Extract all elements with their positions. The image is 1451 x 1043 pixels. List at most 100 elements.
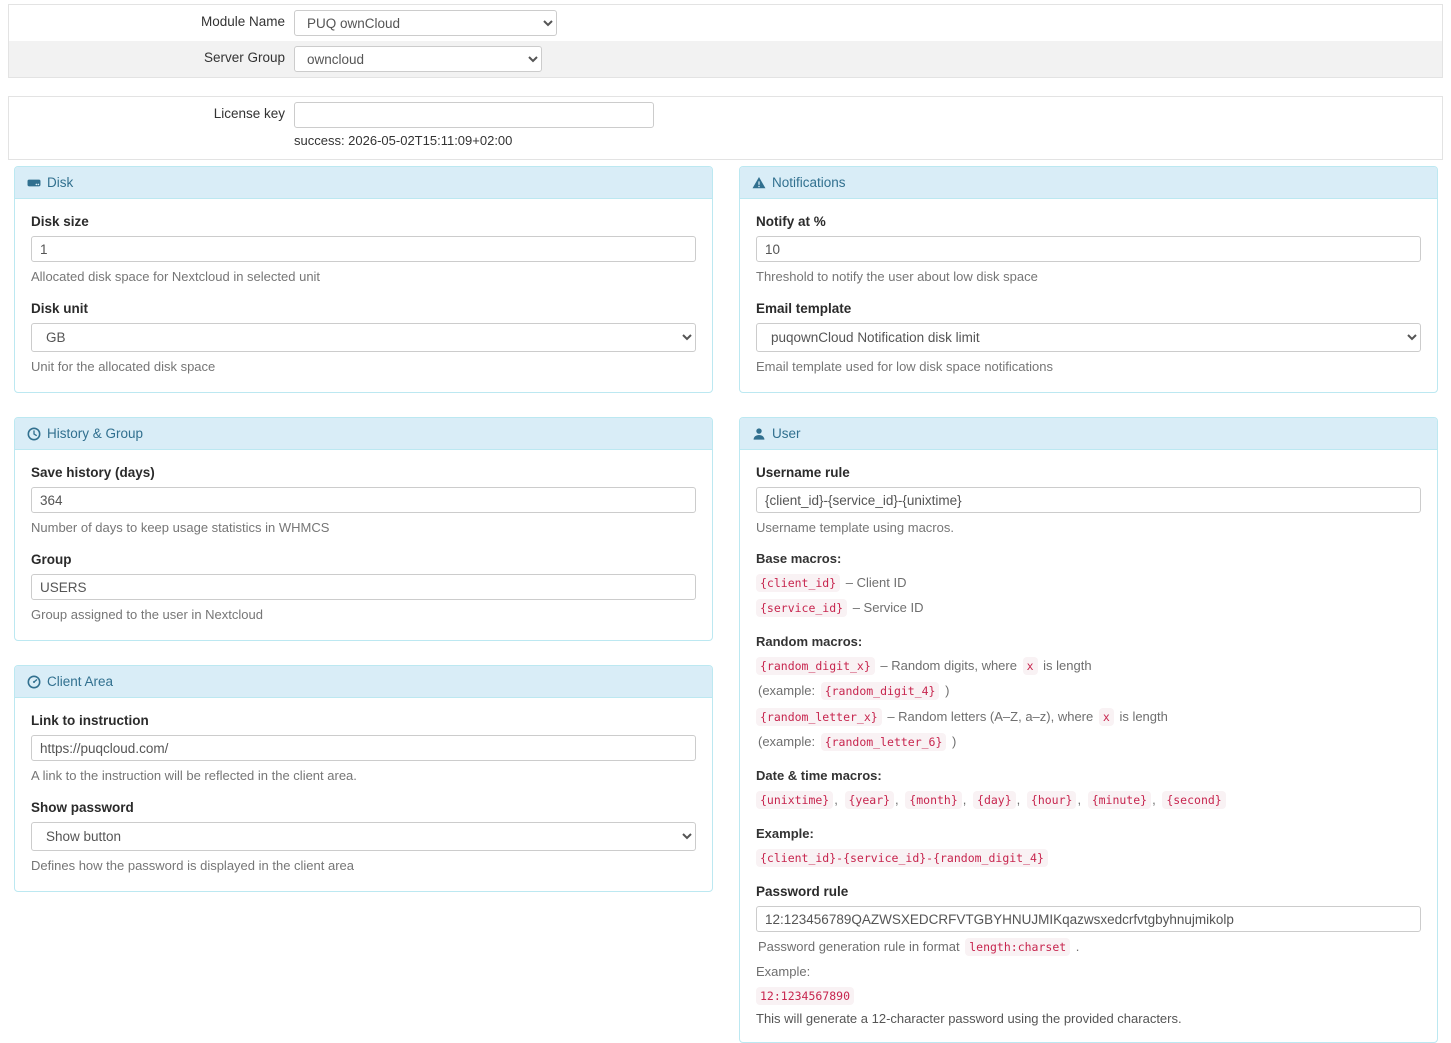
client-area-panel-title: Client Area	[47, 674, 113, 689]
random-letter-desc-2: is length	[1119, 709, 1167, 724]
history-group-panel-title: History & Group	[47, 426, 143, 441]
length-charset-code: length:charset	[965, 938, 1070, 956]
service-id-desc: – Service ID	[853, 600, 924, 615]
random-digit-example-line: (example: {random_digit_4} )	[756, 681, 1421, 701]
username-example-line: {client_id}-{service_id}-{random_digit_4…	[756, 848, 1421, 868]
username-example-title: Example:	[756, 826, 1421, 841]
example-pre-text: (example:	[758, 683, 815, 698]
password-final-note: This will generate a 12-character passwo…	[756, 1011, 1421, 1026]
separator: ,	[834, 792, 838, 807]
password-rule-field: Password rule	[756, 884, 1421, 932]
client-area-panel-header: Client Area	[15, 666, 712, 698]
client-area-panel: Client Area Link to instruction A link t…	[14, 665, 713, 892]
separator: ,	[1077, 792, 1081, 807]
history-group-panel-header: History & Group	[15, 418, 712, 450]
username-macros-help: Base macros: {client_id} – Client ID {se…	[756, 551, 1421, 868]
show-password-help: Defines how the password is displayed in…	[31, 858, 696, 873]
email-template-select[interactable]: puqownCloud Notification disk limit	[756, 323, 1421, 352]
disk-unit-label: Disk unit	[31, 301, 696, 316]
server-group-select[interactable]: owncloud	[294, 46, 542, 72]
disk-size-label: Disk size	[31, 214, 696, 229]
datetime-macros-line: {unixtime}, {year}, {month}, {day}, {hou…	[756, 790, 1421, 810]
disk-panel: Disk Disk size Allocated disk space for …	[14, 166, 713, 393]
random-letter-code: {random_letter_x}	[756, 708, 882, 726]
password-help-pre: Password generation rule in format	[758, 939, 960, 954]
module-name-row: Module Name PUQ ownCloud	[9, 5, 1442, 41]
email-template-help: Email template used for low disk space n…	[756, 359, 1421, 374]
client-id-macro-line: {client_id} – Client ID	[756, 573, 1421, 593]
password-rule-input[interactable]	[756, 906, 1421, 932]
password-example-title: Example:	[756, 962, 1421, 982]
show-password-label: Show password	[31, 800, 696, 815]
link-instruction-field: Link to instruction A link to the instru…	[31, 713, 696, 783]
base-macros-title: Base macros:	[756, 551, 1421, 566]
group-input[interactable]	[31, 574, 696, 600]
password-rule-help: Password generation rule in format lengt…	[756, 937, 1421, 1025]
username-rule-label: Username rule	[756, 465, 1421, 480]
disk-size-field: Disk size Allocated disk space for Nextc…	[31, 214, 696, 284]
right-column: Notifications Notify at % Threshold to n…	[739, 166, 1438, 1043]
password-example-line: 12:1234567890	[756, 986, 1421, 1006]
notifications-panel: Notifications Notify at % Threshold to n…	[739, 166, 1438, 393]
datetime-macros-title: Date & time macros:	[756, 768, 1421, 783]
notify-at-label: Notify at %	[756, 214, 1421, 229]
example-close-text: )	[945, 683, 949, 698]
user-panel: User Username rule Username template usi…	[739, 417, 1438, 1043]
license-box: License key success: 2026-05-02T15:11:09…	[8, 96, 1443, 160]
dashboard-icon	[27, 675, 41, 689]
username-rule-help: Username template using macros.	[756, 520, 1421, 535]
example-close-text-2: )	[952, 734, 956, 749]
username-example-code: {client_id}-{service_id}-{random_digit_4…	[756, 849, 1048, 867]
link-instruction-label: Link to instruction	[31, 713, 696, 728]
password-example-code: 12:1234567890	[756, 987, 854, 1005]
disk-panel-title: Disk	[47, 175, 73, 190]
license-key-input[interactable]	[294, 102, 654, 128]
second-code: {second}	[1162, 791, 1225, 809]
email-template-label: Email template	[756, 301, 1421, 316]
random-letter-example-code: {random_letter_6}	[821, 733, 947, 751]
hour-code: {hour}	[1027, 791, 1077, 809]
save-history-help: Number of days to keep usage statistics …	[31, 520, 696, 535]
random-letter-macro-line: {random_letter_x} – Random letters (A–Z,…	[756, 707, 1421, 727]
separator: ,	[1017, 792, 1021, 807]
username-rule-input[interactable]	[756, 487, 1421, 513]
server-group-row: Server Group owncloud	[9, 41, 1442, 77]
random-digit-macro-line: {random_digit_x} – Random digits, where …	[756, 656, 1421, 676]
disk-unit-help: Unit for the allocated disk space	[31, 359, 696, 374]
server-group-label: Server Group	[9, 45, 294, 65]
disk-size-input[interactable]	[31, 236, 696, 262]
day-code: {day}	[973, 791, 1016, 809]
email-template-field: Email template puqownCloud Notification …	[756, 301, 1421, 374]
group-field: Group Group assigned to the user in Next…	[31, 552, 696, 622]
hdd-icon	[27, 176, 41, 190]
warning-triangle-icon	[752, 176, 766, 190]
year-code: {year}	[845, 791, 895, 809]
client-id-code: {client_id}	[756, 574, 840, 592]
random-digit-desc: – Random digits, where	[880, 658, 1017, 673]
notifications-panel-title: Notifications	[772, 175, 846, 190]
group-label: Group	[31, 552, 696, 567]
module-name-select[interactable]: PUQ ownCloud	[294, 10, 557, 36]
password-help-post: .	[1076, 939, 1080, 954]
left-column: Disk Disk size Allocated disk space for …	[14, 166, 713, 1043]
disk-unit-select[interactable]: GB	[31, 323, 696, 352]
license-key-label: License key	[9, 101, 294, 121]
save-history-input[interactable]	[31, 487, 696, 513]
password-format-line: Password generation rule in format lengt…	[756, 937, 1421, 957]
show-password-select[interactable]: Show button	[31, 822, 696, 851]
panels-container: Disk Disk size Allocated disk space for …	[0, 166, 1451, 1043]
random-letter-desc: – Random letters (A–Z, a–z), where	[887, 709, 1093, 724]
example-pre-text-2: (example:	[758, 734, 815, 749]
save-history-field: Save history (days) Number of days to ke…	[31, 465, 696, 535]
random-digit-desc-2: is length	[1043, 658, 1091, 673]
month-code: {month}	[905, 791, 961, 809]
notify-at-input[interactable]	[756, 236, 1421, 262]
group-help: Group assigned to the user in Nextcloud	[31, 607, 696, 622]
history-group-panel: History & Group Save history (days) Numb…	[14, 417, 713, 641]
x-code: x	[1023, 657, 1038, 675]
service-id-code: {service_id}	[756, 599, 847, 617]
module-config-box: Module Name PUQ ownCloud Server Group ow…	[8, 4, 1443, 78]
module-name-label: Module Name	[9, 9, 294, 29]
license-status-text: success: 2026-05-02T15:11:09+02:00	[294, 128, 654, 154]
link-instruction-input[interactable]	[31, 735, 696, 761]
